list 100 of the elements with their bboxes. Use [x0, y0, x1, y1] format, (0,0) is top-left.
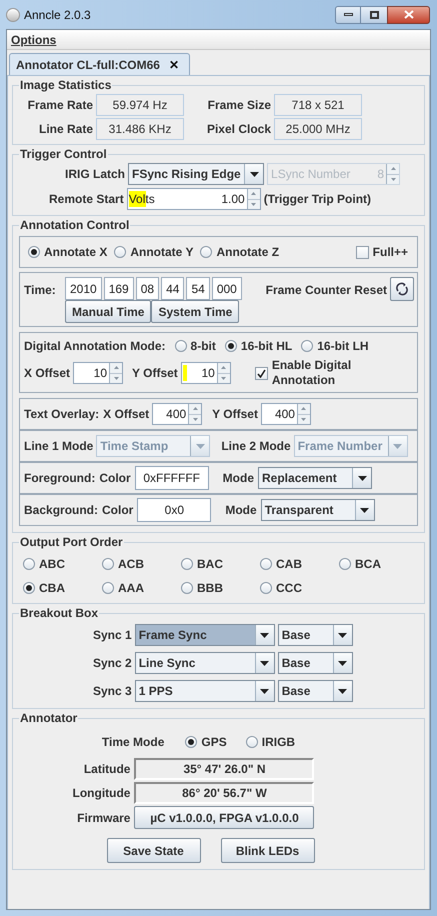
radio-button[interactable] — [23, 582, 35, 594]
time-button[interactable]: System Time — [151, 300, 240, 323]
radio-label[interactable]: AAA — [118, 579, 144, 597]
dropdown[interactable]: Transparent — [260, 499, 375, 521]
caret-icon — [360, 508, 370, 512]
radio-label[interactable]: 16-bit LH — [317, 337, 369, 355]
radio-button[interactable] — [301, 340, 314, 352]
radio-label[interactable]: CAB — [276, 555, 302, 573]
firmware-button[interactable]: µC v1.0.0.0, FPGA v1.0.0.0 — [134, 806, 314, 829]
value-display: 59.974 Hz — [96, 94, 184, 116]
caret-icon — [196, 444, 205, 448]
radio-button[interactable] — [200, 246, 212, 258]
caret-icon — [250, 172, 259, 176]
value-display: 35° 47' 26.0" N — [134, 758, 314, 780]
field-label: Frame Size — [206, 97, 271, 114]
radio-button[interactable] — [102, 582, 114, 594]
minimize-button[interactable] — [335, 6, 361, 24]
radio-button[interactable] — [260, 558, 272, 570]
radio-label[interactable]: Annotate Z — [216, 243, 280, 261]
radio-label[interactable]: GPS — [201, 733, 227, 751]
radio-label[interactable]: BCA — [355, 555, 381, 573]
tab-close-button[interactable]: ✕ — [168, 56, 179, 74]
caret-icon — [260, 632, 270, 638]
radio-label[interactable]: ACB — [118, 555, 144, 573]
dropdown[interactable]: Frame Sync — [134, 624, 275, 646]
field-label: Sync 3 — [93, 683, 132, 700]
radio-button[interactable] — [174, 340, 187, 352]
field-label: Y Offset — [212, 406, 258, 423]
radio-label[interactable]: ABC — [39, 555, 65, 573]
field-label: Color — [99, 470, 131, 487]
section-title: Trigger Control — [19, 146, 108, 163]
section-title: Output Port Order — [19, 534, 124, 551]
caret-icon — [338, 660, 348, 666]
radio-button[interactable] — [181, 558, 193, 570]
text-field[interactable]: 0x0 — [137, 498, 212, 522]
action-button[interactable]: Blink LEDs — [220, 838, 314, 863]
field-label: Pixel Clock — [206, 121, 271, 138]
reset-button[interactable] — [390, 277, 414, 301]
dropdown[interactable]: Base — [278, 680, 353, 702]
radio-button[interactable] — [260, 582, 272, 594]
radio-label[interactable]: 8-bit — [190, 337, 216, 355]
caret-icon — [260, 660, 270, 666]
value-display: 718 x 521 — [274, 94, 362, 116]
time-field[interactable]: 44 — [161, 277, 184, 300]
radio-button[interactable] — [181, 582, 193, 594]
text-field[interactable]: 0xFFFFFF — [134, 466, 209, 490]
radio-button[interactable] — [224, 340, 237, 352]
caret-icon — [260, 688, 270, 694]
radio-label[interactable]: CBA — [39, 579, 65, 597]
field-label: Firmware — [76, 810, 130, 826]
field-label: Line 2 Mode — [221, 438, 291, 455]
radio-label[interactable]: CCC — [276, 579, 302, 597]
field-label: Digital Annotation Mode: — [24, 338, 166, 355]
radio-label[interactable]: BBB — [197, 579, 223, 597]
radio-button[interactable] — [339, 558, 351, 570]
spinner-value[interactable]: 1.00 — [221, 190, 245, 208]
field-label: Color — [102, 502, 134, 519]
field-label: Sync 1 — [93, 627, 132, 644]
radio-label[interactable]: BAC — [197, 555, 223, 573]
time-field[interactable]: 169 — [104, 277, 134, 300]
radio-button[interactable] — [28, 246, 40, 258]
spinner-arrows[interactable] — [246, 189, 260, 209]
checkbox-label[interactable]: Enable Digital Annotation — [272, 358, 358, 388]
spinner-arrows[interactable] — [188, 404, 202, 424]
checkbox[interactable] — [356, 246, 369, 258]
spinner-arrows[interactable] — [216, 363, 230, 383]
radio-button[interactable] — [102, 558, 114, 570]
maximize-button[interactable] — [361, 6, 387, 24]
radio-button[interactable] — [114, 246, 126, 258]
tab[interactable]: Annotator CL-full:COM66 ✕ — [9, 53, 190, 75]
close-button[interactable] — [387, 6, 430, 24]
spinner-arrows[interactable] — [296, 404, 310, 424]
radio-button[interactable] — [185, 736, 198, 748]
field-label: Mode — [222, 470, 254, 487]
caret-icon — [358, 476, 367, 480]
spinner-arrows[interactable] — [109, 363, 122, 383]
field-label: Text Overlay: — [24, 406, 100, 423]
field-label: Remote Start — [49, 191, 124, 208]
dropdown[interactable]: Line Sync — [134, 652, 275, 674]
dropdown[interactable]: FSync Rising Edge — [128, 163, 264, 185]
radio-label[interactable]: Annotate X — [44, 243, 108, 261]
dropdown[interactable]: Base — [278, 624, 353, 646]
radio-label[interactable]: Annotate Y — [130, 243, 194, 261]
time-field[interactable]: 2010 — [65, 277, 102, 300]
radio-button[interactable] — [246, 736, 258, 748]
field-label: Line Rate — [38, 121, 93, 138]
radio-label[interactable]: IRIGB — [262, 733, 296, 751]
checkbox[interactable] — [254, 366, 268, 380]
dropdown[interactable]: 1 PPS — [134, 680, 275, 702]
time-field[interactable]: 08 — [136, 277, 160, 300]
radio-label[interactable]: 16-bit HL — [240, 337, 292, 355]
dropdown[interactable]: Base — [278, 652, 353, 674]
time-field[interactable]: 000 — [212, 277, 242, 300]
time-field[interactable]: 54 — [186, 277, 210, 300]
menu-item[interactable]: Options — [11, 30, 56, 48]
checkbox-label[interactable]: Full++ — [372, 243, 408, 261]
action-button[interactable]: Save State — [106, 838, 200, 863]
dropdown[interactable]: Replacement — [258, 467, 372, 489]
time-button[interactable]: Manual Time — [65, 300, 152, 323]
radio-button[interactable] — [23, 558, 35, 570]
